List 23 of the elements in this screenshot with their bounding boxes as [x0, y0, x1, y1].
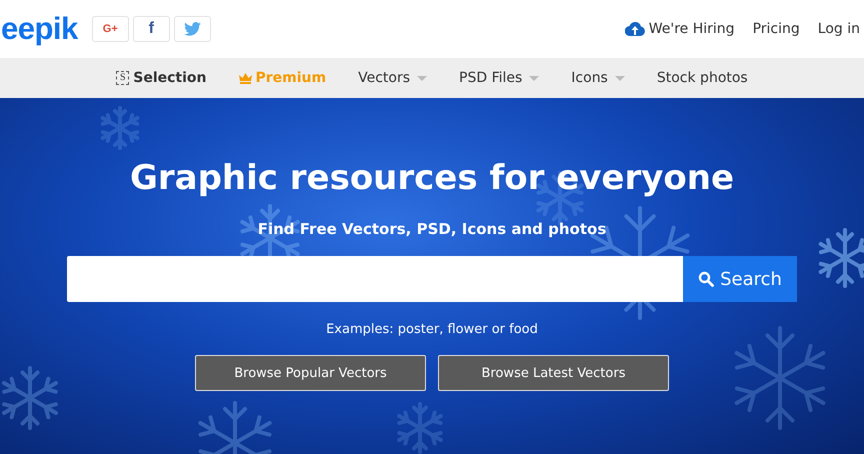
- logo[interactable]: eepik: [1, 11, 78, 47]
- browse-button[interactable]: Browse Latest Vectors: [438, 355, 669, 391]
- nav-dropdown[interactable]: PSD Files: [459, 70, 540, 86]
- facebook-button[interactable]: f: [132, 16, 170, 42]
- header-link[interactable]: Pricing: [752, 21, 800, 37]
- nav-dropdown[interactable]: Vectors: [358, 70, 428, 86]
- search-icon: [698, 271, 714, 287]
- nav-dropdown[interactable]: Icons: [571, 70, 625, 86]
- hero-subtitle: Find Free Vectors, PSD, Icons and photos: [258, 220, 606, 238]
- search-examples: Examples: poster, flower or food: [326, 322, 538, 337]
- twitter-button[interactable]: [174, 16, 211, 42]
- google-plus-button[interactable]: G+: [92, 16, 129, 42]
- hiring-link[interactable]: We're Hiring: [624, 21, 735, 37]
- hero-title: Graphic resources for everyone: [130, 158, 734, 198]
- browse-button[interactable]: Browse Popular Vectors: [195, 355, 426, 391]
- crown-icon: [238, 72, 252, 84]
- cloud-upload-icon: [624, 22, 645, 36]
- header-link[interactable]: Log in: [818, 21, 860, 37]
- bird-icon: [184, 22, 201, 36]
- selection-icon: S: [116, 71, 130, 85]
- nav-link[interactable]: S Selection: [116, 70, 206, 86]
- nav-link[interactable]: Stock photos: [656, 70, 748, 86]
- search-button[interactable]: Search: [683, 256, 797, 302]
